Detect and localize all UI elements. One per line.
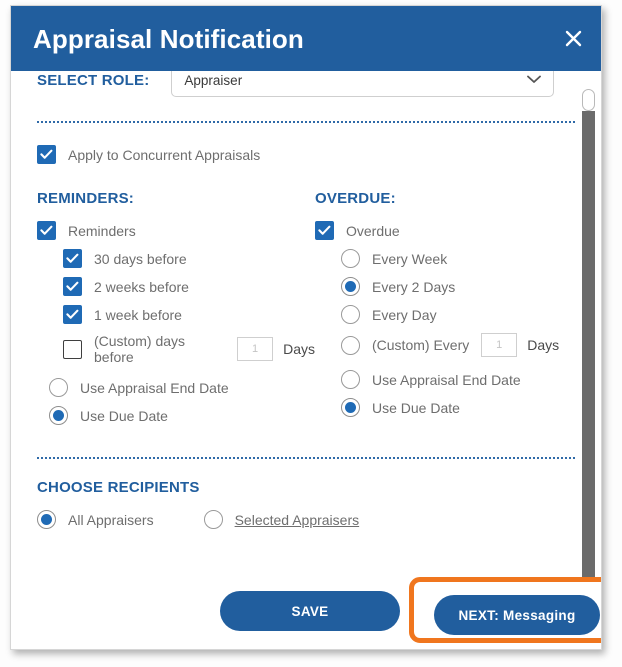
role-select[interactable]: Appraiser	[171, 71, 555, 97]
reminder-30-days-row[interactable]: 30 days before	[63, 249, 315, 268]
divider-bottom	[37, 457, 575, 459]
reminders-overdue-columns: REMINDERS: Reminders 30 days before 2 we…	[37, 190, 575, 425]
reminder-custom-label[interactable]: (Custom) days before	[94, 333, 225, 365]
reminder-2-weeks-label[interactable]: 2 weeks before	[94, 279, 189, 295]
choose-recipients-heading: CHOOSE RECIPIENTS	[37, 479, 200, 496]
all-appraisers-label[interactable]: All Appraisers	[68, 512, 154, 528]
dialog-titlebar: Appraisal Notification	[11, 6, 601, 71]
overdue-master-row[interactable]: Overdue	[315, 221, 575, 240]
overdue-every-day-row[interactable]: Every Day	[341, 305, 575, 324]
reminder-custom-days-input[interactable]	[237, 337, 274, 361]
overdue-column: OVERDUE: Overdue Every Week Every 2 Days…	[315, 190, 575, 425]
reminders-master-checkbox[interactable]	[37, 221, 56, 240]
overdue-every-day-radio[interactable]	[341, 305, 360, 324]
dialog-body: SELECT ROLE: Appraiser Apply to Concurre…	[11, 71, 601, 649]
divider-top	[37, 121, 575, 123]
scrollbar-cap	[582, 89, 595, 111]
selected-appraisers-radio[interactable]	[203, 510, 223, 529]
reminders-master-label[interactable]: Reminders	[68, 223, 136, 239]
reminder-2-weeks-checkbox[interactable]	[63, 277, 82, 296]
reminder-2-weeks-row[interactable]: 2 weeks before	[63, 277, 315, 296]
all-appraisers-radio[interactable]	[37, 510, 56, 529]
overdue-days-suffix: Days	[527, 337, 560, 353]
dialog-footer: SAVE NEXT: Messaging	[11, 577, 601, 649]
reminder-use-end-date-radio[interactable]	[49, 378, 68, 397]
reminder-custom-row[interactable]: (Custom) days before Days	[63, 333, 315, 365]
overdue-every-2-days-radio[interactable]	[341, 277, 360, 296]
reminder-use-due-date-row[interactable]: Use Due Date	[49, 406, 315, 425]
overdue-custom-row[interactable]: (Custom) Every Days	[341, 333, 575, 357]
overdue-every-week-radio[interactable]	[341, 249, 360, 268]
scroll-content: SELECT ROLE: Appraiser Apply to Concurre…	[11, 71, 601, 529]
reminder-use-due-date-label[interactable]: Use Due Date	[80, 408, 168, 424]
select-role-row: SELECT ROLE: Appraiser	[37, 71, 575, 107]
reminder-1-week-label[interactable]: 1 week before	[94, 307, 182, 323]
reminder-days-suffix: Days	[283, 341, 315, 357]
save-button[interactable]: SAVE	[220, 591, 400, 631]
reminder-30-days-checkbox[interactable]	[63, 249, 82, 268]
overdue-master-label[interactable]: Overdue	[346, 223, 400, 239]
recipients-options-row: All Appraisers Selected Appraisers	[37, 510, 575, 529]
overdue-every-2-days-row[interactable]: Every 2 Days	[341, 277, 575, 296]
reminder-1-week-row[interactable]: 1 week before	[63, 305, 315, 324]
overdue-every-week-label[interactable]: Every Week	[372, 251, 447, 267]
overdue-use-end-date-label[interactable]: Use Appraisal End Date	[372, 372, 521, 388]
overdue-use-due-date-row[interactable]: Use Due Date	[341, 398, 575, 417]
reminder-custom-checkbox[interactable]	[63, 339, 82, 359]
reminder-use-end-date-label[interactable]: Use Appraisal End Date	[80, 380, 229, 396]
reminders-column: REMINDERS: Reminders 30 days before 2 we…	[37, 190, 315, 425]
overdue-custom-days-input[interactable]	[481, 333, 518, 357]
appraisal-notification-dialog: Appraisal Notification SELECT ROLE: Appr…	[10, 5, 602, 650]
overdue-custom-radio[interactable]	[341, 335, 360, 355]
select-role-label: SELECT ROLE:	[37, 71, 150, 89]
overdue-use-due-date-label[interactable]: Use Due Date	[372, 400, 460, 416]
overdue-use-due-date-radio[interactable]	[341, 398, 360, 417]
selected-appraisers-label[interactable]: Selected Appraisers	[235, 512, 360, 528]
overdue-heading: OVERDUE:	[315, 190, 396, 207]
overdue-every-day-label[interactable]: Every Day	[372, 307, 437, 323]
role-select-value[interactable]: Appraiser	[171, 71, 555, 97]
apply-concurrent-label[interactable]: Apply to Concurrent Appraisals	[68, 147, 260, 163]
scroll-area: SELECT ROLE: Appraiser Apply to Concurre…	[11, 71, 601, 649]
overdue-use-end-date-radio[interactable]	[341, 370, 360, 389]
reminders-master-row[interactable]: Reminders	[37, 221, 315, 240]
overdue-master-checkbox[interactable]	[315, 221, 334, 240]
reminder-use-due-date-radio[interactable]	[49, 406, 68, 425]
reminder-1-week-checkbox[interactable]	[63, 305, 82, 324]
reminders-heading: REMINDERS:	[37, 190, 135, 207]
reminder-use-end-date-row[interactable]: Use Appraisal End Date	[49, 378, 315, 397]
overdue-every-2-days-label[interactable]: Every 2 Days	[372, 279, 455, 295]
reminder-30-days-label[interactable]: 30 days before	[94, 251, 187, 267]
overdue-use-end-date-row[interactable]: Use Appraisal End Date	[341, 370, 575, 389]
overdue-every-week-row[interactable]: Every Week	[341, 249, 575, 268]
vertical-scrollbar[interactable]	[582, 89, 595, 609]
dialog-title: Appraisal Notification	[33, 23, 304, 54]
close-icon[interactable]	[559, 25, 587, 53]
apply-concurrent-checkbox[interactable]	[37, 145, 56, 164]
next-button-highlight: NEXT: Messaging	[409, 577, 601, 643]
overdue-custom-label[interactable]: (Custom) Every	[372, 337, 469, 353]
next-messaging-button[interactable]: NEXT: Messaging	[434, 595, 600, 635]
scrollbar-thumb[interactable]	[582, 111, 595, 606]
apply-concurrent-row[interactable]: Apply to Concurrent Appraisals	[37, 145, 575, 164]
page-backdrop: Appraisal Notification SELECT ROLE: Appr…	[0, 0, 622, 667]
